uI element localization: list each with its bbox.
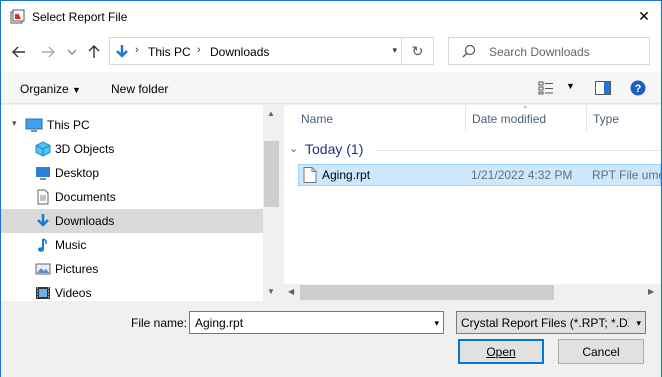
forward-arrow-icon[interactable] xyxy=(41,45,55,59)
file-list-pane: Name ⌄ Date modified Type ⌄ Today (1) Ag… xyxy=(284,105,661,301)
nav-item-downloads[interactable]: Downloads xyxy=(1,209,263,233)
title-bar: Select Report File ✕ xyxy=(1,1,661,32)
close-button[interactable]: ✕ xyxy=(629,4,659,28)
refresh-icon[interactable]: ↻ xyxy=(401,38,433,64)
nav-item-label: Music xyxy=(55,238,87,252)
chevron-down-icon: ▼ xyxy=(72,85,81,95)
file-type-filter-value: Crystal Report Files (*.RPT; *.DX xyxy=(461,316,629,330)
help-icon[interactable]: ? xyxy=(630,80,646,99)
file-name-label: File name: xyxy=(131,316,188,330)
breadcrumb-this-pc[interactable]: This PC xyxy=(148,45,191,59)
address-row: › This PC › Downloads ▾ ↻ Search Downloa… xyxy=(1,32,661,72)
scroll-up-arrow-icon[interactable]: ▲ xyxy=(267,109,275,118)
back-arrow-icon[interactable] xyxy=(12,45,26,59)
window-title: Select Report File xyxy=(32,10,128,24)
column-header-date-modified[interactable]: Date modified xyxy=(472,105,586,131)
search-icon xyxy=(462,44,476,61)
select-report-file-dialog: Select Report File ✕ › This PC › Downloa… xyxy=(0,0,662,377)
chevron-down-icon[interactable]: ▾ xyxy=(434,318,439,329)
view-options-icon[interactable] xyxy=(538,81,554,98)
search-placeholder: Search Downloads xyxy=(489,45,590,59)
file-name-field[interactable]: Aging.rpt ▾ xyxy=(189,311,444,334)
search-input[interactable]: Search Downloads xyxy=(448,37,650,65)
chevron-down-icon[interactable]: ▾ xyxy=(636,318,641,329)
nav-item-documents[interactable]: Documents xyxy=(1,185,263,209)
nav-vertical-scrollbar[interactable]: ▲ ▼ xyxy=(263,105,280,301)
nav-item-music[interactable]: Music xyxy=(1,233,263,257)
new-folder-button[interactable]: New folder xyxy=(111,82,168,96)
file-type: RPT File ume xyxy=(592,168,661,182)
file-row[interactable]: Aging.rpt 1/21/2022 4:32 PM RPT File ume xyxy=(298,164,661,186)
nav-item-videos[interactable]: Videos xyxy=(1,281,263,301)
music-icon xyxy=(35,237,51,253)
nav-item-label: Downloads xyxy=(55,214,115,228)
3d-objects-icon xyxy=(35,141,51,157)
nav-item-label: Documents xyxy=(55,190,116,204)
address-bar[interactable]: › This PC › Downloads ▾ ↻ xyxy=(109,37,434,65)
computer-icon xyxy=(25,117,43,133)
file-date-modified: 1/21/2022 4:32 PM xyxy=(471,168,573,182)
documents-icon xyxy=(35,189,51,205)
group-label: Today (1) xyxy=(305,141,364,157)
pictures-icon xyxy=(35,261,51,277)
navigation-pane: ▾ This PC 3D Objects Desktop Documents D… xyxy=(1,105,280,301)
scrollbar-thumb[interactable] xyxy=(300,285,554,300)
command-bar: Organize ▼ New folder ▼ ? xyxy=(1,72,661,104)
group-divider xyxy=(376,150,661,151)
scroll-left-arrow-icon[interactable]: ◀ xyxy=(288,287,294,296)
group-header-today[interactable]: ⌄ Today (1) xyxy=(284,141,661,159)
group-collapse-chevron-icon[interactable]: ⌄ xyxy=(289,142,298,155)
breadcrumb-separator-icon: › xyxy=(135,44,139,56)
nav-item-label: This PC xyxy=(47,118,90,132)
scroll-down-arrow-icon[interactable]: ▼ xyxy=(267,287,275,296)
column-divider[interactable] xyxy=(586,105,587,131)
address-dropdown-icon[interactable]: ▾ xyxy=(392,45,397,56)
file-list-horizontal-scrollbar[interactable]: ◀ ▶ xyxy=(284,284,661,301)
nav-item-label: Pictures xyxy=(55,262,99,276)
organize-button[interactable]: Organize ▼ xyxy=(20,82,81,96)
svg-text:?: ? xyxy=(635,83,642,95)
breadcrumb-separator-icon: › xyxy=(197,44,201,56)
file-name-value: Aging.rpt xyxy=(195,316,244,330)
file-type-filter-select[interactable]: Crystal Report Files (*.RPT; *.DX ▾ xyxy=(456,311,646,334)
nav-item-this-pc[interactable]: ▾ This PC xyxy=(1,113,263,137)
dialog-footer: File name: Aging.rpt ▾ Crystal Report Fi… xyxy=(1,301,661,377)
open-button[interactable]: Open xyxy=(458,339,544,364)
nav-item-desktop[interactable]: Desktop xyxy=(1,161,263,185)
rpt-file-icon xyxy=(303,167,317,186)
breadcrumb-downloads[interactable]: Downloads xyxy=(210,45,269,59)
downloads-icon xyxy=(35,213,51,229)
nav-item-label: Desktop xyxy=(55,166,100,180)
column-divider[interactable] xyxy=(465,105,466,131)
column-header-name[interactable]: Name xyxy=(301,105,465,131)
downloads-location-icon xyxy=(115,44,129,63)
nav-item-pictures[interactable]: Pictures xyxy=(1,257,263,281)
nav-item-3d-objects[interactable]: 3D Objects xyxy=(1,137,263,161)
nav-item-label: 3D Objects xyxy=(55,142,115,156)
file-name: Aging.rpt xyxy=(322,168,371,182)
recent-locations-chevron-icon[interactable] xyxy=(65,45,79,59)
nav-item-label: Videos xyxy=(55,286,92,300)
cancel-button[interactable]: Cancel xyxy=(558,339,644,364)
desktop-icon xyxy=(35,165,51,181)
crystal-reports-icon xyxy=(9,8,26,25)
videos-icon xyxy=(35,285,51,301)
view-dropdown-icon[interactable]: ▼ xyxy=(566,81,575,91)
preview-pane-icon[interactable] xyxy=(595,81,611,98)
expand-chevron-icon[interactable]: ▾ xyxy=(12,118,17,129)
scroll-right-arrow-icon[interactable]: ▶ xyxy=(648,287,654,296)
up-arrow-icon[interactable] xyxy=(87,45,101,59)
scrollbar-thumb[interactable] xyxy=(264,141,279,207)
column-header-type[interactable]: Type xyxy=(593,105,661,131)
